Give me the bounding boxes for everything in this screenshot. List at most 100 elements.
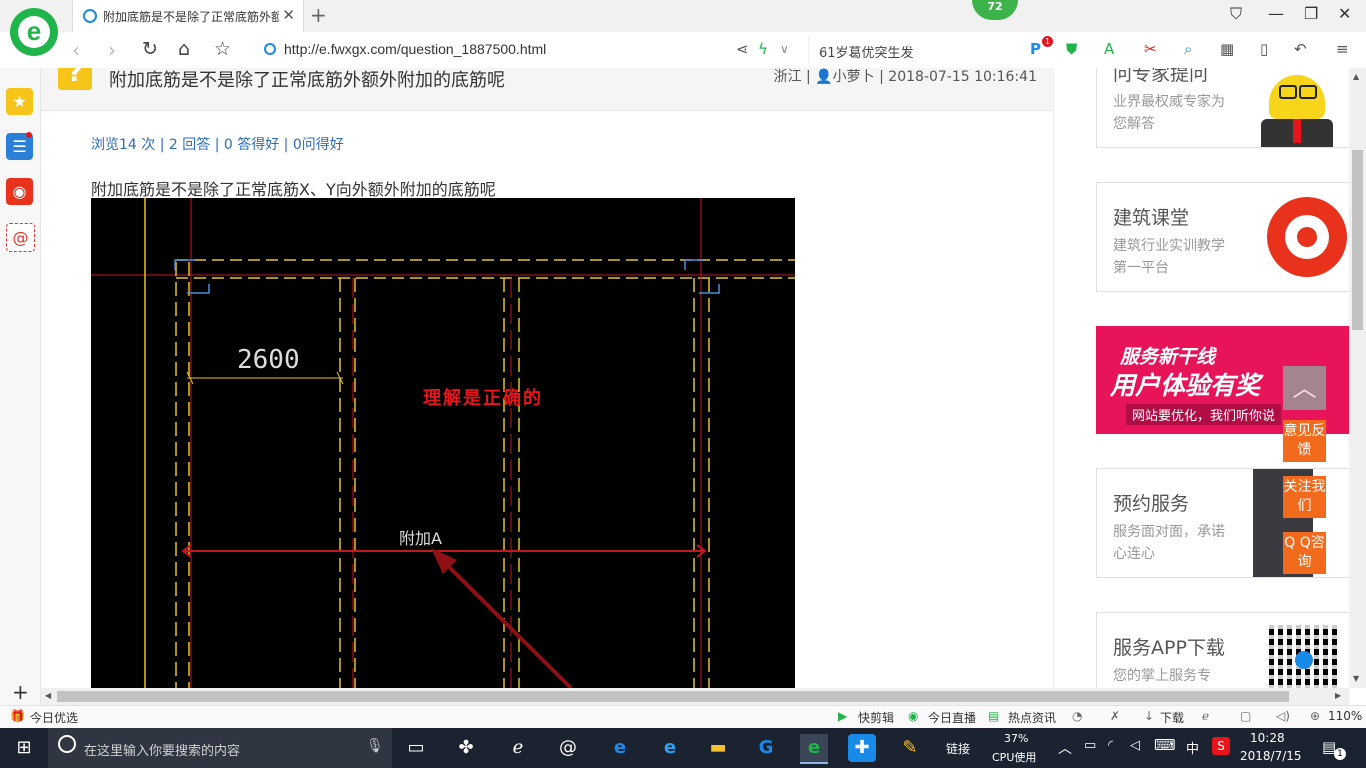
ime-indicator[interactable]: 中: [1186, 738, 1199, 757]
shield-icon[interactable]: ⛊: [1066, 40, 1077, 58]
ie-mode-icon[interactable]: ℯ: [1202, 709, 1209, 723]
g-app-icon[interactable]: G: [752, 734, 780, 762]
edge-icon[interactable]: e: [606, 734, 634, 762]
undo-close-icon[interactable]: ↶: [1294, 40, 1307, 58]
notes-app-icon[interactable]: ✎: [896, 734, 924, 762]
fan-app-icon[interactable]: ✤: [452, 734, 480, 762]
question-user[interactable]: 小萝卜: [833, 69, 875, 85]
browser-e-icon[interactable]: ℯ: [504, 734, 532, 762]
email-at-icon[interactable]: @: [6, 223, 35, 252]
clock-date[interactable]: 2018/7/15: [1240, 749, 1302, 763]
live-link[interactable]: 今日直播: [928, 709, 976, 726]
score-badge[interactable]: 72: [972, 0, 1018, 20]
ie-icon[interactable]: e: [656, 734, 684, 762]
screenshot-scissors-icon[interactable]: ✂: [1144, 40, 1157, 58]
scroll-left-icon[interactable]: ◀: [45, 691, 51, 700]
refresh-icon[interactable]: ↻: [142, 38, 158, 60]
clock-time[interactable]: 10:28: [1250, 731, 1285, 745]
download-link[interactable]: 下载: [1160, 709, 1184, 726]
card-desc: 业界最权威专家为您解答: [1113, 94, 1225, 132]
follow-us-button[interactable]: 关注我们: [1283, 476, 1326, 518]
vertical-scrollbar[interactable]: ▲ ▼: [1349, 68, 1366, 688]
search-icon[interactable]: ⌕: [819, 40, 1001, 58]
favorites-star-icon[interactable]: ★: [6, 88, 33, 115]
back-icon[interactable]: ‹: [72, 38, 80, 62]
qr-code-icon: [1269, 625, 1339, 688]
browser-logo-icon[interactable]: e: [10, 8, 58, 56]
qq-consult-button[interactable]: Q Q咨询: [1283, 532, 1326, 574]
sogou-s-icon[interactable]: S: [1212, 737, 1230, 755]
share-icon[interactable]: ⋖: [736, 40, 749, 58]
swirl-app-icon[interactable]: @: [554, 734, 582, 762]
task-view-icon[interactable]: ▭: [402, 734, 430, 762]
plus-app-icon[interactable]: ✚: [848, 734, 876, 762]
quick-clip-link[interactable]: 快剪辑: [858, 709, 894, 726]
taskbar-search-input[interactable]: 在这里输入你要搜索的内容: [84, 740, 240, 759]
question-header: ? 附加底筋是不是除了正常底筋外额外附加的底筋呢 浙江 | 👤小萝卜 | 201…: [41, 68, 1053, 111]
speaker-icon[interactable]: ◁: [1130, 738, 1140, 753]
find-icon[interactable]: ⌕: [1184, 40, 1192, 58]
download-icon: ↓: [1144, 709, 1155, 723]
speed-icon[interactable]: ◔: [1072, 709, 1082, 723]
browser-tab[interactable]: 附加底筋是不是除了正常底筋外额 ✕: [72, 0, 304, 32]
windows-start-icon[interactable]: ⊞: [10, 734, 38, 762]
horizontal-scrollbar[interactable]: ◀ ▶: [41, 688, 1349, 705]
tray-chevron-icon[interactable]: ︿: [1058, 738, 1072, 758]
minimize-button[interactable]: —: [1268, 4, 1284, 23]
today-picks-link[interactable]: 今日优选: [30, 709, 78, 726]
volume-icon[interactable]: ◁): [1276, 709, 1290, 723]
back-to-top-button[interactable]: ︿: [1283, 366, 1326, 410]
notification-count: 1: [1334, 748, 1346, 760]
skin-icon[interactable]: ⛉: [1230, 4, 1242, 24]
scroll-down-icon[interactable]: ▼: [1353, 674, 1359, 683]
url-field[interactable]: http://e.fwxgx.com/question_1887500.html: [284, 41, 546, 57]
forward-icon[interactable]: ›: [108, 38, 116, 62]
tools-icon[interactable]: ✗: [1110, 709, 1120, 723]
apps-grid-icon[interactable]: ▦: [1220, 40, 1234, 58]
cad-drawing-image: 2600 理解是正确的 附加A: [91, 198, 795, 688]
question-main: ? 附加底筋是不是除了正常底筋外额外附加的底筋呢 浙江 | 👤小萝卜 | 201…: [41, 68, 1054, 688]
links-toolbar[interactable]: 链接: [946, 740, 970, 757]
zoom-icon: ⊕: [1310, 709, 1321, 723]
reading-mode-icon[interactable]: ▯: [1260, 40, 1268, 58]
battery-icon[interactable]: ▭: [1084, 738, 1096, 753]
taskbar-search[interactable]: 在这里输入你要搜索的内容 🎙: [48, 728, 392, 768]
maximize-button[interactable]: ❐: [1304, 4, 1318, 23]
search-box[interactable]: 61岁葛优突生发 ⌕: [808, 36, 1009, 64]
favorite-star-icon[interactable]: ☆: [214, 38, 231, 60]
horizontal-scroll-thumb[interactable]: [57, 691, 1289, 702]
weibo-icon[interactable]: ◉: [6, 178, 33, 205]
chevron-down-icon[interactable]: ∨: [780, 42, 789, 56]
zoom-level[interactable]: 110%: [1328, 709, 1362, 723]
feedback-button[interactable]: 意见反馈: [1283, 420, 1326, 462]
keyboard-icon[interactable]: ⌨: [1154, 736, 1176, 754]
menu-icon[interactable]: ≡: [1336, 40, 1349, 58]
window-icon[interactable]: ▢: [1240, 709, 1251, 723]
windows-taskbar: ⊞ 在这里输入你要搜索的内容 🎙 ▭ ✤ ℯ @ e e ▬ G e ✚ ✎ 链…: [0, 728, 1366, 768]
course-logo-icon: [1267, 197, 1347, 277]
app-download-card[interactable]: 服务APP下载 您的掌上服务专: [1096, 612, 1352, 688]
site-favicon-icon: [83, 9, 97, 23]
file-explorer-icon[interactable]: ▬: [704, 734, 732, 762]
question-stats[interactable]: 浏览14 次 | 2 回答 | 0 答得好 | 0问得好: [91, 134, 344, 154]
hot-news-link[interactable]: 热点资讯: [1008, 709, 1056, 726]
home-icon[interactable]: ⌂: [178, 38, 190, 60]
bolt-icon[interactable]: ϟ: [758, 40, 768, 58]
active-browser-icon[interactable]: e: [800, 734, 828, 764]
close-window-button[interactable]: ✕: [1338, 4, 1351, 23]
microphone-icon[interactable]: 🎙: [366, 738, 384, 754]
expert-card[interactable]: 问专家提问 业界最权威专家为您解答: [1096, 68, 1352, 148]
card-desc: 您的掌上服务专: [1113, 668, 1211, 684]
close-tab-icon[interactable]: ✕: [282, 6, 295, 24]
vertical-scroll-thumb[interactable]: [1352, 150, 1363, 330]
course-card[interactable]: 建筑课堂 建筑行业实训教学第一平台: [1096, 182, 1352, 292]
wifi-icon[interactable]: ◜: [1108, 738, 1113, 753]
extension-p-icon[interactable]: P: [1030, 40, 1041, 58]
scroll-right-icon[interactable]: ▶: [1335, 691, 1341, 700]
address-bar: ‹ › ↻ ⌂ ☆ http://e.fwxgx.com/question_18…: [0, 32, 1366, 69]
scroll-up-icon[interactable]: ▲: [1353, 72, 1359, 81]
add-sidebar-icon[interactable]: +: [12, 680, 29, 704]
new-tab-button[interactable]: +: [310, 3, 327, 27]
translate-icon[interactable]: A: [1104, 40, 1114, 58]
banner-title: 服务新干线: [1120, 346, 1216, 368]
